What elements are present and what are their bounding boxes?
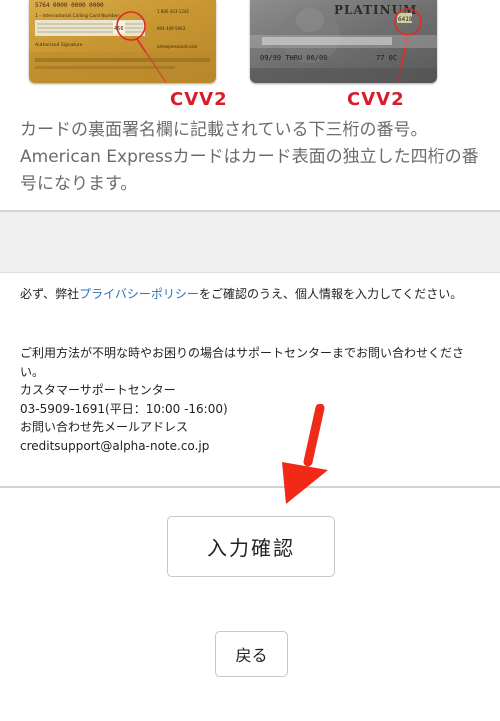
- privacy-notice-prefix: 必ず、弊社: [20, 287, 80, 301]
- platinum-card-cvv-digits: 6418: [398, 16, 413, 23]
- back-button[interactable]: 戻る: [215, 631, 288, 677]
- gold-card-phone-2: 904 449-5963: [157, 26, 186, 31]
- privacy-notice: 必ず、弊社プライバシーポリシーをご確認のうえ、個人情報を入力してください。: [20, 285, 482, 303]
- cvv2-label-left: CVV2: [170, 89, 228, 110]
- cvv-card-illustration: 5764 0000 0000 0000 1 - International Ca…: [0, 0, 500, 112]
- gold-card-calling-line: 1 - International Calling Card Number: [35, 13, 119, 19]
- cvv-description: カードの裏面署名欄に記載されている下三桁の番号。American Express…: [20, 120, 479, 194]
- support-info: ご利用方法が不明な時やお困りの場合はサポートセンターまでお問い合わせください。 …: [20, 344, 482, 455]
- support-phone: 03-5909-1691(平日：10:00 -16:00): [20, 401, 228, 416]
- support-email-label: お問い合わせ先メールアドレス: [20, 420, 189, 434]
- divider-bottom: [0, 486, 500, 488]
- payment-form-page: 5764 0000 0000 0000 1 - International Ca…: [0, 0, 500, 721]
- cvv2-label-right: CVV2: [347, 89, 405, 110]
- confirm-input-button[interactable]: 入力確認: [167, 516, 335, 577]
- platinum-card-dates: 09/99 THRU 06/00: [260, 54, 327, 62]
- gold-card-phone-1: 1 800 423-1242: [157, 9, 189, 14]
- platinum-card-number-end: 77 0C: [376, 54, 397, 62]
- platinum-card-artwork: PLATINUM 6418 09/99 THRU 06/00 77 0C: [250, 3, 437, 83]
- privacy-policy-link[interactable]: プライバシーポリシー: [79, 287, 199, 301]
- support-center-name: カスタマーサポートセンター: [20, 383, 176, 397]
- gold-card-signature-label: Authorized Signature: [35, 42, 83, 48]
- platinum-card-front-image: PLATINUM 6418 09/99 THRU 06/00 77 0C: [250, 0, 437, 83]
- gold-card-back-image: 5764 0000 0000 0000 1 - International Ca…: [29, 0, 216, 83]
- support-help-text: ご利用方法が不明な時やお困りの場合はサポートセンターまでお問い合わせください。: [20, 346, 465, 379]
- privacy-notice-suffix: をご確認のうえ、個人情報を入力してください。: [198, 287, 463, 301]
- gold-card-artwork: 5764 0000 0000 0000 1 - International Ca…: [29, 2, 216, 83]
- red-arrow-icon: [282, 404, 328, 504]
- gold-card-number: 5764 0000 0000 0000: [35, 2, 104, 9]
- gray-spacer-band: [0, 212, 500, 272]
- divider-middle: [0, 272, 500, 273]
- support-email: creditsupport@alpha-note.co.jp: [20, 438, 210, 453]
- gold-card-footer: amexpresscard.com: [157, 44, 198, 49]
